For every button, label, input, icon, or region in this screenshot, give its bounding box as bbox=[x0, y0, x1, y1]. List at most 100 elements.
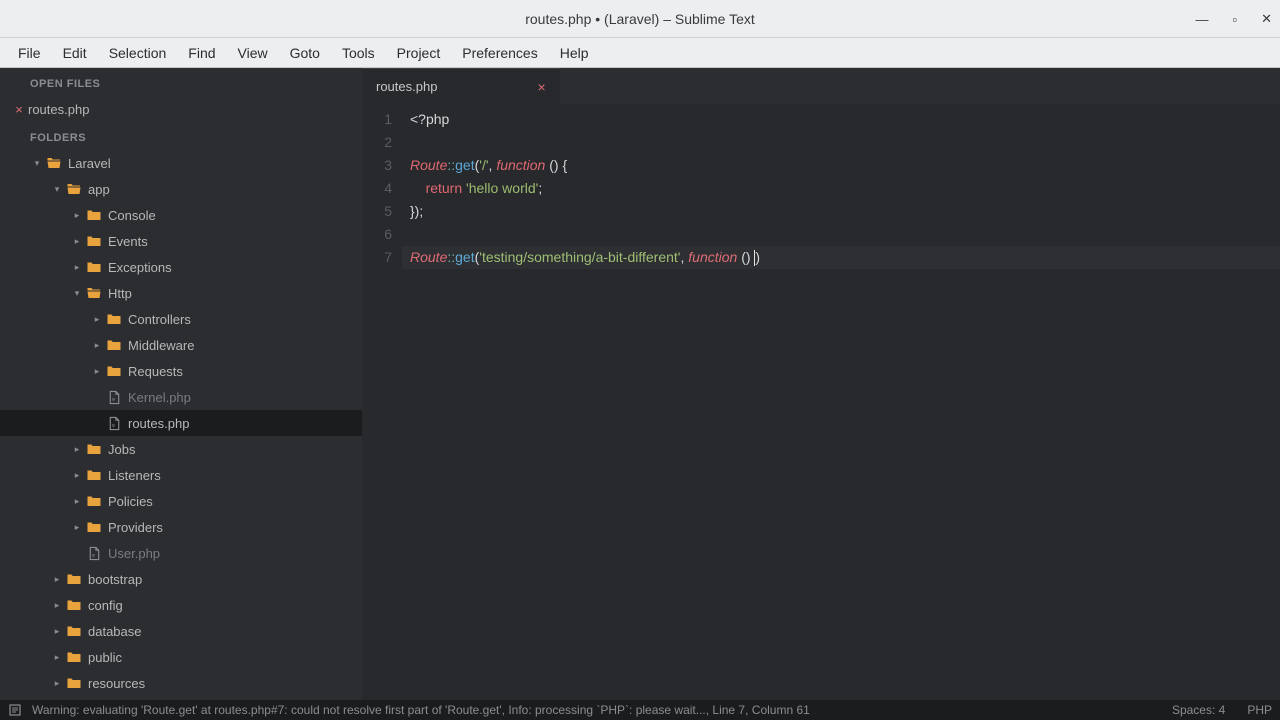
menu-preferences[interactable]: Preferences bbox=[452, 41, 547, 65]
menu-file[interactable]: File bbox=[8, 41, 51, 65]
code-area[interactable]: 1234567 <?php Route::get('/', function (… bbox=[362, 104, 1280, 700]
tree-item-label: config bbox=[88, 598, 123, 613]
svg-text:φ: φ bbox=[111, 422, 114, 427]
folder-icon bbox=[66, 597, 82, 613]
title-bar: routes.php • (Laravel) – Sublime Text — … bbox=[0, 0, 1280, 38]
tab-close-icon[interactable]: × bbox=[537, 79, 545, 95]
code-line: return 'hello world'; bbox=[410, 177, 1280, 200]
chevron-right-icon: ▸ bbox=[50, 678, 64, 689]
maximize-icon[interactable]: ▫ bbox=[1232, 12, 1237, 27]
tree-item-label: Console bbox=[108, 208, 156, 223]
menu-view[interactable]: View bbox=[228, 41, 278, 65]
folder-icon bbox=[46, 155, 62, 171]
folder-item[interactable]: ▸ config bbox=[0, 592, 362, 618]
file-item[interactable]: φ User.php bbox=[0, 540, 362, 566]
folders-heading: FOLDERS bbox=[0, 122, 362, 150]
tree-item-label: database bbox=[88, 624, 142, 639]
open-file-item[interactable]: ×routes.php bbox=[0, 96, 362, 122]
tree-item-label: Middleware bbox=[128, 338, 194, 353]
tree-item-label: public bbox=[88, 650, 122, 665]
tab-bar: routes.php × bbox=[362, 68, 1280, 104]
file-item[interactable]: φ Kernel.php bbox=[0, 384, 362, 410]
line-number: 1 bbox=[362, 108, 392, 131]
folder-item[interactable]: ▸bootstrap bbox=[0, 566, 362, 592]
folder-icon bbox=[86, 493, 102, 509]
menu-tools[interactable]: Tools bbox=[332, 41, 385, 65]
chevron-right-icon: ▸ bbox=[90, 366, 104, 377]
folder-item[interactable]: ▸public bbox=[0, 644, 362, 670]
folder-item[interactable]: ▾ Http bbox=[0, 280, 362, 306]
status-spaces[interactable]: Spaces: 4 bbox=[1172, 703, 1225, 717]
window-controls: — ▫ ✕ bbox=[1195, 0, 1272, 38]
tree-item-label: Http bbox=[108, 286, 132, 301]
status-language[interactable]: PHP bbox=[1247, 703, 1272, 717]
menu-bar: FileEditSelectionFindViewGotoToolsProjec… bbox=[0, 38, 1280, 68]
tree-item-label: Events bbox=[108, 234, 148, 249]
folder-item[interactable]: ▸ Console bbox=[0, 202, 362, 228]
close-icon[interactable]: ✕ bbox=[1261, 11, 1272, 27]
folder-icon bbox=[86, 207, 102, 223]
folder-item[interactable]: ▸Controllers bbox=[0, 306, 362, 332]
code-line bbox=[410, 223, 1280, 246]
folder-icon bbox=[86, 285, 102, 301]
folder-item[interactable]: ▾Laravel bbox=[0, 150, 362, 176]
menu-selection[interactable]: Selection bbox=[99, 41, 177, 65]
file-icon: φ bbox=[106, 415, 122, 431]
folder-item[interactable]: ▸ resources bbox=[0, 670, 362, 696]
minimize-icon[interactable]: — bbox=[1195, 12, 1208, 27]
sidebar: OPEN FILES ×routes.php FOLDERS ▾Laravel▾… bbox=[0, 68, 362, 700]
menu-edit[interactable]: Edit bbox=[53, 41, 97, 65]
folder-item[interactable]: ▸ database bbox=[0, 618, 362, 644]
folder-item[interactable]: ▸Events bbox=[0, 228, 362, 254]
folder-icon bbox=[66, 649, 82, 665]
gutter: 1234567 bbox=[362, 108, 402, 700]
menu-goto[interactable]: Goto bbox=[280, 41, 330, 65]
folder-item[interactable]: ▾ app bbox=[0, 176, 362, 202]
line-number: 3 bbox=[362, 154, 392, 177]
tree-item-label: app bbox=[88, 182, 110, 197]
chevron-right-icon: ▸ bbox=[70, 496, 84, 507]
chevron-right-icon: ▸ bbox=[50, 600, 64, 611]
tree-item-label: Laravel bbox=[68, 156, 111, 171]
chevron-down-icon: ▾ bbox=[50, 184, 64, 195]
tree-item-label: Policies bbox=[108, 494, 153, 509]
file-item[interactable]: φroutes.php bbox=[0, 410, 362, 436]
folder-item[interactable]: ▸Listeners bbox=[0, 462, 362, 488]
file-icon: φ bbox=[86, 545, 102, 561]
folder-icon bbox=[86, 441, 102, 457]
menu-help[interactable]: Help bbox=[550, 41, 599, 65]
folder-icon bbox=[66, 675, 82, 691]
folder-icon bbox=[86, 467, 102, 483]
menu-find[interactable]: Find bbox=[178, 41, 225, 65]
tab-label: routes.php bbox=[376, 79, 437, 94]
chevron-right-icon: ▸ bbox=[70, 210, 84, 221]
folder-item[interactable]: ▸Requests bbox=[0, 358, 362, 384]
chevron-down-icon: ▾ bbox=[70, 288, 84, 299]
code[interactable]: <?php Route::get('/', function () { retu… bbox=[402, 108, 1280, 700]
tree-item-label: Kernel.php bbox=[128, 390, 191, 405]
folder-item[interactable]: ▸ Jobs bbox=[0, 436, 362, 462]
status-icon[interactable] bbox=[8, 703, 22, 717]
menu-project[interactable]: Project bbox=[387, 41, 451, 65]
close-file-icon[interactable]: × bbox=[10, 102, 28, 117]
open-files-heading: OPEN FILES bbox=[0, 68, 362, 96]
folder-item[interactable]: ▸Middleware bbox=[0, 332, 362, 358]
tree-item-label: User.php bbox=[108, 546, 160, 561]
tree-item-label: resources bbox=[88, 676, 145, 691]
tree-item-label: Listeners bbox=[108, 468, 161, 483]
chevron-right-icon: ▸ bbox=[70, 444, 84, 455]
workspace: OPEN FILES ×routes.php FOLDERS ▾Laravel▾… bbox=[0, 68, 1280, 700]
folder-item[interactable]: ▸Providers bbox=[0, 514, 362, 540]
svg-text:φ: φ bbox=[111, 396, 114, 401]
editor-tab[interactable]: routes.php × bbox=[362, 68, 560, 104]
line-number: 7 bbox=[362, 246, 392, 269]
folder-item[interactable]: ▸ Policies bbox=[0, 488, 362, 514]
code-line: }); bbox=[410, 200, 1280, 223]
chevron-right-icon: ▸ bbox=[50, 626, 64, 637]
tree-item-label: Jobs bbox=[108, 442, 135, 457]
folder-icon bbox=[106, 363, 122, 379]
line-number: 4 bbox=[362, 177, 392, 200]
folder-icon bbox=[106, 311, 122, 327]
folder-item[interactable]: ▸Exceptions bbox=[0, 254, 362, 280]
tree-item-label: Providers bbox=[108, 520, 163, 535]
